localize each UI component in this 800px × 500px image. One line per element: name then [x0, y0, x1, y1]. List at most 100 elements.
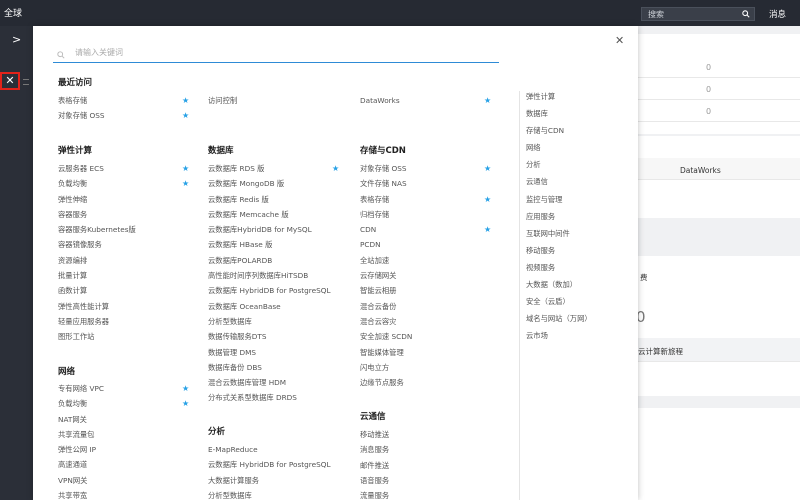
product-item[interactable]: 高速通道 [58, 459, 104, 474]
product-item[interactable]: 访问控制 [208, 95, 237, 110]
category-nav-item[interactable]: 存储与CDN [520, 125, 619, 142]
category-nav-item[interactable]: 分析 [520, 159, 619, 176]
product-item[interactable]: 资源编排 [58, 255, 136, 270]
product-item[interactable]: 对象存储 OSS ★ [58, 110, 189, 125]
product-item[interactable]: 归档存储 [360, 209, 412, 224]
product-item[interactable]: 专有网络 VPC ★ [58, 383, 189, 398]
product-item[interactable]: 表格存储 ★ [58, 95, 189, 110]
product-item[interactable]: 云数据库POLARDB [208, 255, 331, 270]
product-item[interactable]: 轻量应用服务器 [58, 316, 136, 331]
product-item[interactable]: 智能云相册 [360, 285, 412, 300]
category-nav-item[interactable]: 监控与管理 [520, 194, 619, 211]
product-item[interactable]: CDN ★ [360, 224, 491, 239]
product-item[interactable]: 消息服务 [360, 444, 389, 459]
star-icon[interactable]: ★ [484, 224, 491, 235]
product-item[interactable]: 分布式关系型数据库 DRDS [208, 392, 331, 407]
product-item[interactable]: 图形工作站 [58, 331, 136, 346]
product-item[interactable]: 邮件推送 [360, 460, 389, 475]
product-item[interactable]: 容器服务 [58, 209, 136, 224]
product-item[interactable]: 安全加速 SCDN [360, 331, 412, 346]
product-item[interactable]: 语音服务 [360, 475, 389, 490]
product-item[interactable]: 全站加速 [360, 255, 412, 270]
product-item[interactable]: 数据管理 DMS [208, 347, 331, 362]
product-item[interactable]: 共享流量包 [58, 429, 104, 444]
product-item[interactable]: VPN网关 [58, 475, 104, 490]
top-search-input[interactable]: 搜索 [641, 7, 755, 21]
product-item[interactable]: 云数据库HybridDB for MySQL [208, 224, 331, 239]
search-icon[interactable] [742, 10, 750, 18]
category-nav-item[interactable]: 云通信 [520, 176, 619, 193]
product-item[interactable]: 批量计算 [58, 270, 136, 285]
product-item[interactable]: 容器服务Kubernetes版 [58, 224, 136, 239]
star-icon[interactable]: ★ [182, 95, 189, 106]
star-icon[interactable]: ★ [182, 163, 189, 174]
product-item[interactable]: 分析型数据库 [208, 490, 331, 500]
product-item[interactable]: 云数据库 HBase 版 [208, 239, 331, 254]
product-item[interactable]: 云数据库 HybridDB for PostgreSQL [208, 459, 331, 474]
product-item[interactable]: NAT网关 [58, 414, 104, 429]
category-nav-item[interactable]: 视频服务 [520, 262, 619, 279]
star-icon[interactable]: ★ [182, 178, 189, 189]
category-nav-item[interactable]: 网络 [520, 142, 619, 159]
messages-link[interactable]: 消息 [769, 8, 786, 20]
star-icon[interactable]: ★ [484, 194, 491, 205]
product-item[interactable]: 对象存储 OSS ★ [360, 163, 491, 178]
star-icon[interactable]: ★ [484, 95, 491, 106]
star-icon[interactable]: ★ [182, 398, 189, 409]
product-item[interactable]: 混合云数据库管理 HDM [208, 377, 331, 392]
product-item[interactable]: 负载均衡 ★ [58, 178, 189, 193]
category-nav-item[interactable]: 互联网中间件 [520, 228, 619, 245]
star-icon[interactable]: ★ [332, 163, 339, 174]
product-item[interactable]: 云数据库 RDS 版 ★ [208, 163, 339, 178]
product-item[interactable]: 文件存储 NAS [360, 178, 412, 193]
top-bar: 全球 搜索 消息 [0, 0, 800, 26]
product-item[interactable]: PCDN [360, 239, 412, 254]
category-nav-item[interactable]: 弹性计算 [520, 91, 619, 108]
product-item[interactable]: 云服务器 ECS ★ [58, 163, 189, 178]
star-icon[interactable]: ★ [182, 110, 189, 121]
product-item[interactable]: 智能媒体管理 [360, 347, 412, 362]
product-item[interactable]: 分析型数据库 [208, 316, 331, 331]
region-selector[interactable]: 全球 [4, 6, 22, 19]
product-item[interactable]: 共享带宽 [58, 490, 104, 500]
product-item[interactable]: 弹性公网 IP [58, 444, 104, 459]
product-search-input[interactable] [75, 48, 475, 57]
category-nav-item[interactable]: 数据库 [520, 108, 619, 125]
product-item[interactable]: 容器镜像服务 [58, 239, 136, 254]
product-item[interactable]: DataWorks ★ [360, 95, 491, 110]
product-item[interactable]: E-MapReduce [208, 444, 331, 459]
category-nav-item[interactable]: 应用服务 [520, 211, 619, 228]
product-item[interactable]: 表格存储 ★ [360, 194, 491, 209]
product-item[interactable]: 弹性伸缩 [58, 194, 136, 209]
category-nav-item[interactable]: 大数据（数加） [520, 279, 619, 296]
product-item[interactable]: 数据库备份 DBS [208, 362, 331, 377]
product-item[interactable]: 混合云备份 [360, 301, 412, 316]
product-item[interactable]: 云数据库 MongoDB 版 [208, 178, 331, 193]
product-item[interactable]: 数据传输服务DTS [208, 331, 331, 346]
product-item[interactable]: 边缘节点服务 [360, 377, 412, 392]
category-nav-item[interactable]: 域名与网站（万网） [520, 313, 619, 330]
product-item[interactable]: 高性能时间序列数据库HiTSDB [208, 270, 331, 285]
chevron-right-icon[interactable]: > [12, 33, 21, 46]
category-nav-item[interactable]: 云市场 [520, 330, 619, 347]
product-item[interactable]: 云数据库 Memcache 版 [208, 209, 331, 224]
product-item[interactable]: 云数据库 HybridDB for PostgreSQL [208, 285, 331, 300]
product-item[interactable]: 闪电立方 [360, 362, 412, 377]
product-item[interactable]: 函数计算 [58, 285, 136, 300]
product-item[interactable]: 负载均衡 ★ [58, 398, 189, 413]
product-item[interactable]: 移动推送 [360, 429, 389, 444]
product-item[interactable]: 云数据库 Redis 版 [208, 194, 331, 209]
category-nav-item[interactable]: 移动服务 [520, 245, 619, 262]
category-nav-item[interactable]: 安全（云盾） [520, 296, 619, 313]
product-item[interactable]: 混合云容灾 [360, 316, 412, 331]
product-item[interactable]: 弹性高性能计算 [58, 301, 136, 316]
product-item[interactable]: 流量服务 [360, 490, 389, 500]
close-products-icon[interactable]: ✕ [0, 72, 20, 90]
menu-icon[interactable] [23, 79, 29, 85]
close-icon[interactable]: ✕ [615, 34, 624, 47]
product-item[interactable]: 云存储网关 [360, 270, 412, 285]
product-item[interactable]: 云数据库 OceanBase [208, 301, 331, 316]
star-icon[interactable]: ★ [182, 383, 189, 394]
star-icon[interactable]: ★ [484, 163, 491, 174]
product-item[interactable]: 大数据计算服务 [208, 475, 331, 490]
